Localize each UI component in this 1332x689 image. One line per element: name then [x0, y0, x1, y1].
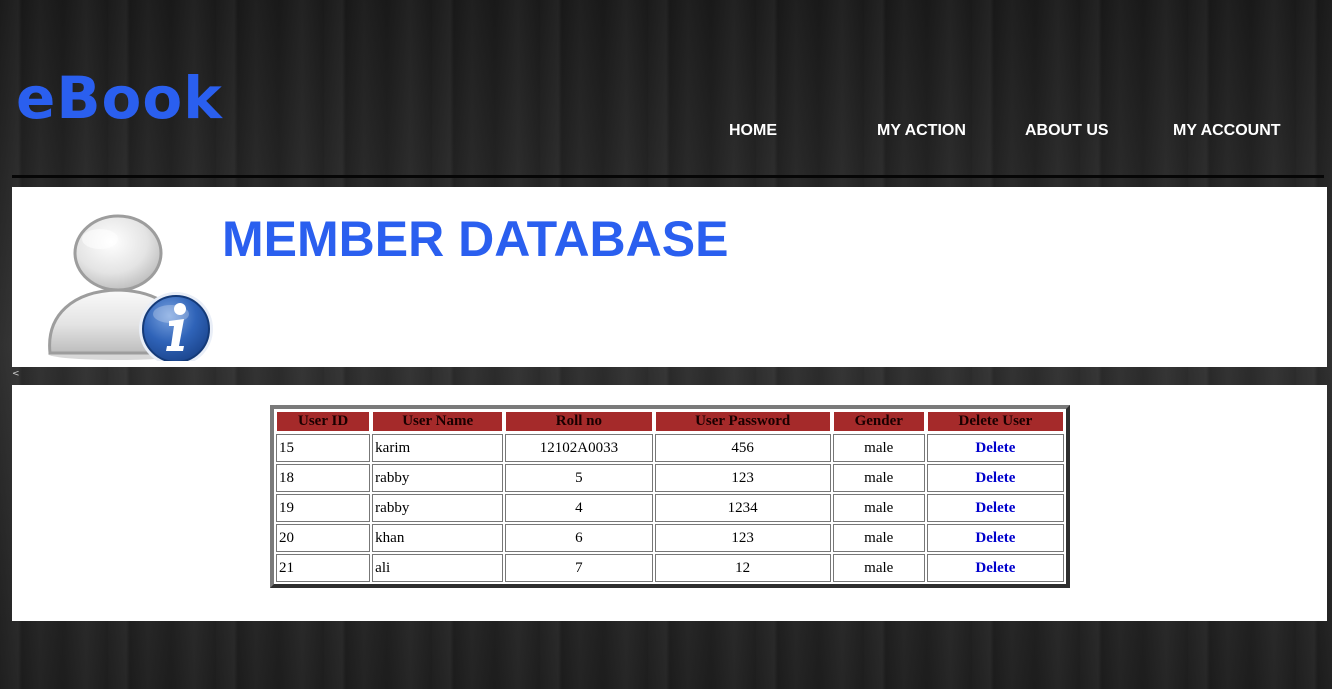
cell-delete: Delete	[926, 554, 1064, 582]
col-header-user-id: User ID	[276, 411, 371, 432]
cell-user-name: khan	[372, 524, 504, 552]
cell-delete: Delete	[926, 524, 1064, 552]
cell-user-name: rabby	[372, 464, 504, 492]
table-row: 21 ali 7 12 male Delete	[276, 554, 1064, 582]
col-header-user-password: User Password	[654, 411, 831, 432]
user-info-icon	[48, 214, 213, 361]
nav-my-action[interactable]: MY ACTION	[877, 121, 966, 141]
stray-glyph: <	[12, 369, 20, 379]
members-section: User ID User Name Roll no User Password …	[12, 385, 1327, 621]
col-header-user-name: User Name	[372, 411, 504, 432]
site-logo[interactable]: eBook	[16, 60, 223, 136]
cell-delete: Delete	[926, 494, 1064, 522]
col-header-gender: Gender	[832, 411, 925, 432]
table-row: 15 karim 12102A0033 456 male Delete	[276, 434, 1064, 462]
cell-user-name: ali	[372, 554, 504, 582]
cell-delete: Delete	[926, 434, 1064, 462]
delete-link[interactable]: Delete	[975, 500, 1015, 516]
table-row: 19 rabby 4 1234 male Delete	[276, 494, 1064, 522]
delete-link[interactable]: Delete	[975, 530, 1015, 546]
cell-user-id: 19	[276, 494, 371, 522]
banner: MEMBER DATABASE	[12, 187, 1327, 367]
nav-about-us[interactable]: ABOUT US	[1025, 121, 1109, 141]
cell-delete: Delete	[926, 464, 1064, 492]
table-row: 20 khan 6 123 male Delete	[276, 524, 1064, 552]
cell-user-password: 456	[654, 434, 831, 462]
cell-roll-no: 12102A0033	[505, 434, 653, 462]
table-header-row: User ID User Name Roll no User Password …	[276, 411, 1064, 432]
nav-divider	[12, 175, 1324, 178]
cell-gender: male	[832, 524, 925, 552]
nav-home[interactable]: HOME	[729, 121, 777, 141]
cell-user-id: 20	[276, 524, 371, 552]
cell-user-password: 12	[654, 554, 831, 582]
cell-gender: male	[832, 434, 925, 462]
cell-user-name: rabby	[372, 494, 504, 522]
col-header-delete-user: Delete User	[926, 411, 1064, 432]
cell-user-password: 1234	[654, 494, 831, 522]
cell-roll-no: 6	[505, 524, 653, 552]
nav-my-account[interactable]: MY ACCOUNT	[1173, 121, 1281, 141]
cell-gender: male	[832, 494, 925, 522]
cell-gender: male	[832, 554, 925, 582]
table-row: 18 rabby 5 123 male Delete	[276, 464, 1064, 492]
cell-user-id: 15	[276, 434, 371, 462]
page-title: MEMBER DATABASE	[222, 211, 729, 267]
cell-roll-no: 4	[505, 494, 653, 522]
cell-gender: male	[832, 464, 925, 492]
cell-roll-no: 5	[505, 464, 653, 492]
cell-roll-no: 7	[505, 554, 653, 582]
cell-user-password: 123	[654, 524, 831, 552]
delete-link[interactable]: Delete	[975, 440, 1015, 456]
members-table: User ID User Name Roll no User Password …	[270, 405, 1070, 588]
cell-user-id: 21	[276, 554, 371, 582]
col-header-roll-no: Roll no	[505, 411, 653, 432]
cell-user-name: karim	[372, 434, 504, 462]
delete-link[interactable]: Delete	[975, 470, 1015, 486]
delete-link[interactable]: Delete	[975, 560, 1015, 576]
cell-user-id: 18	[276, 464, 371, 492]
cell-user-password: 123	[654, 464, 831, 492]
